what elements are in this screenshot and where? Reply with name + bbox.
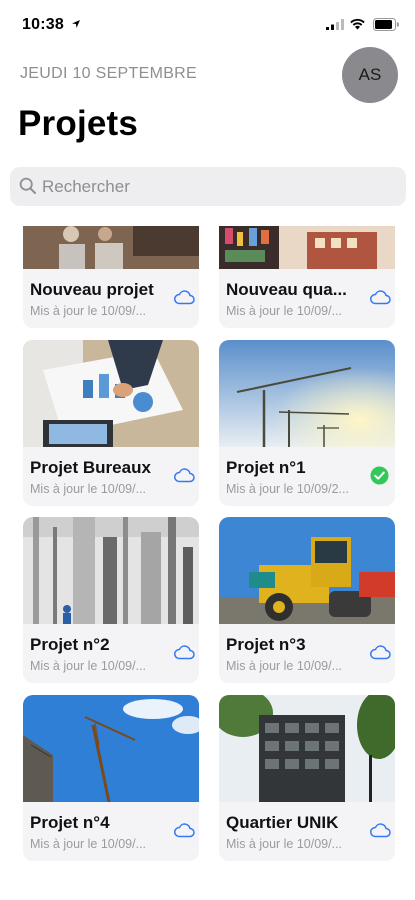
project-card-footer: Projet n°2 Mis à jour le 10/09/...	[23, 624, 199, 683]
project-thumbnail	[219, 695, 395, 802]
project-card-footer: Projet n°1 Mis à jour le 10/09/2...	[219, 447, 395, 506]
cloud-icon[interactable]	[369, 289, 391, 305]
project-thumbnail	[23, 226, 199, 269]
project-thumbnail	[23, 517, 199, 624]
cloud-icon[interactable]	[173, 289, 195, 305]
wifi-icon	[350, 18, 365, 30]
project-updated-date: Mis à jour le 10/09/...	[226, 837, 343, 851]
search-icon	[19, 177, 36, 194]
project-title: Projet n°2	[30, 635, 110, 654]
project-updated-date: Mis à jour le 10/09/...	[30, 304, 147, 318]
cloud-icon[interactable]	[173, 467, 195, 483]
checkmark-circle-icon	[370, 466, 389, 485]
project-card[interactable]: Projet Bureaux Mis à jour le 10/09/...	[23, 340, 199, 506]
project-card[interactable]: Projet n°1 Mis à jour le 10/09/2...	[219, 340, 395, 506]
project-updated-date: Mis à jour le 10/09/...	[30, 482, 147, 496]
project-title: Quartier UNIK	[226, 813, 339, 832]
project-thumbnail	[219, 226, 395, 269]
cloud-icon[interactable]	[369, 644, 391, 660]
project-card-footer: Nouveau qua... Mis à jour le 10/09/...	[219, 269, 395, 328]
project-title: Projet n°3	[226, 635, 306, 654]
project-updated-date: Mis à jour le 10/09/...	[226, 659, 343, 673]
project-updated-date: Mis à jour le 10/09/...	[30, 837, 147, 851]
battery-icon	[373, 18, 399, 31]
project-updated-date: Mis à jour le 10/09/2...	[226, 482, 349, 496]
project-card[interactable]: Quartier UNIK Mis à jour le 10/09/...	[219, 695, 395, 861]
search-input[interactable]	[42, 167, 392, 206]
project-card-footer: Projet n°4 Mis à jour le 10/09/...	[23, 802, 199, 861]
project-thumbnail	[219, 517, 395, 624]
project-card-footer: Nouveau projet Mis à jour le 10/09/...	[23, 269, 199, 328]
project-card-footer: Quartier UNIK Mis à jour le 10/09/...	[219, 802, 395, 861]
status-time: 10:38	[22, 16, 64, 33]
page-title: Projets	[18, 104, 139, 143]
project-card[interactable]: Projet n°3 Mis à jour le 10/09/...	[219, 517, 395, 683]
project-title: Nouveau projet	[30, 280, 154, 299]
projects-grid[interactable]: Nouveau projet Mis à jour le 10/09/... N…	[0, 226, 415, 900]
cloud-icon[interactable]	[173, 822, 195, 838]
project-title: Projet n°1	[226, 458, 306, 477]
project-title: Projet n°4	[30, 813, 110, 832]
project-title: Nouveau qua...	[226, 280, 347, 299]
project-card[interactable]: Projet n°2 Mis à jour le 10/09/...	[23, 517, 199, 683]
project-thumbnail	[23, 340, 199, 447]
project-card[interactable]: Nouveau projet Mis à jour le 10/09/...	[23, 226, 199, 328]
avatar[interactable]: AS	[342, 47, 398, 103]
project-thumbnail	[219, 340, 395, 447]
date-label: JEUDI 10 SEPTEMBRE	[20, 65, 198, 82]
search-bar[interactable]	[10, 167, 406, 206]
cloud-icon[interactable]	[369, 822, 391, 838]
status-bar: 10:38	[0, 0, 415, 46]
project-updated-date: Mis à jour le 10/09/...	[226, 304, 343, 318]
project-card[interactable]: Nouveau qua... Mis à jour le 10/09/...	[219, 226, 395, 328]
cellular-signal-icon	[326, 19, 344, 30]
avatar-initials: AS	[358, 65, 382, 84]
location-arrow-icon	[72, 20, 80, 28]
project-card[interactable]: Projet n°4 Mis à jour le 10/09/...	[23, 695, 199, 861]
project-card-footer: Projet n°3 Mis à jour le 10/09/...	[219, 624, 395, 683]
project-thumbnail	[23, 695, 199, 802]
project-card-footer: Projet Bureaux Mis à jour le 10/09/...	[23, 447, 199, 506]
project-title: Projet Bureaux	[30, 458, 151, 477]
cloud-icon[interactable]	[173, 644, 195, 660]
project-updated-date: Mis à jour le 10/09/...	[30, 659, 147, 673]
